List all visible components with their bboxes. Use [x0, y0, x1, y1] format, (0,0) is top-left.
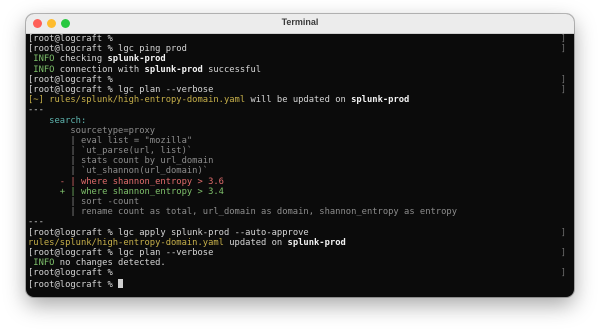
- log-text: checking: [54, 54, 108, 65]
- command: lgc plan --verbose: [118, 84, 214, 95]
- terminal-line: [root@logcraft % ]: [28, 34, 566, 44]
- terminal-window: Terminal [root@logcraft % ] [root@logcra…: [26, 14, 574, 297]
- prompt: root@logcraft %: [33, 268, 119, 279]
- terminal-line: sourcetype=proxy: [28, 126, 566, 136]
- log-text: will be updated on: [245, 95, 352, 106]
- terminal-line: [root@logcraft % lgc ping prod]: [28, 44, 566, 55]
- change-marker: [~]: [28, 95, 44, 106]
- diff-removed-line: - | where shannon_entropy > 3.6: [28, 176, 224, 187]
- terminal-line: + | where shannon_entropy > 3.4: [28, 187, 566, 197]
- terminal-line: [root@logcraft % lgc apply splunk-prod -…: [28, 227, 566, 238]
- query-line: | stats count by url_domain: [28, 156, 214, 167]
- terminal-line: [~] rules/splunk/high-entropy-domain.yam…: [28, 95, 566, 105]
- terminal-line: search:: [28, 116, 566, 126]
- terminal-line: - | where shannon_entropy > 3.6: [28, 177, 566, 187]
- terminal-output[interactable]: [root@logcraft % ] [root@logcraft % lgc …: [26, 34, 574, 297]
- target-name: splunk-prod: [351, 95, 410, 106]
- log-text: no changes detected.: [54, 258, 166, 269]
- query-line: sourcetype=proxy: [28, 125, 156, 136]
- log-text: updated on: [223, 237, 288, 248]
- command: lgc ping prod: [118, 44, 187, 55]
- target-name: splunk-prod: [107, 54, 166, 65]
- target-name: splunk-prod: [287, 237, 346, 248]
- query-line: | `ut_shannon(url_domain)`: [28, 166, 209, 177]
- query-line: | sort -count: [28, 197, 140, 207]
- command: lgc apply splunk-prod --auto-approve: [118, 227, 309, 238]
- separator: ---: [28, 217, 44, 228]
- window-title: Terminal: [281, 17, 319, 27]
- prompt: root@logcraft %: [33, 227, 119, 238]
- terminal-line: | eval list = "mozilla": [28, 136, 566, 146]
- terminal-line: | stats count by url_domain: [28, 156, 566, 166]
- terminal-line: [root@logcraft % lgc plan --verbose]: [28, 84, 566, 95]
- yaml-key: search:: [28, 115, 87, 126]
- separator: ---: [28, 105, 44, 116]
- diff-added-line: + | where shannon_entropy > 3.4: [28, 186, 224, 197]
- terminal-line: | rename count as total, url_domain as d…: [28, 207, 566, 217]
- terminal-line: | sort -count: [28, 197, 566, 207]
- terminal-line: [root@logcraft %: [28, 278, 566, 290]
- terminal-line: INFO checking splunk-prod: [28, 54, 566, 64]
- terminal-line: | `ut_parse(url, list)`: [28, 146, 566, 156]
- target-name: splunk-prod: [144, 64, 203, 75]
- title-bar[interactable]: Terminal: [26, 14, 574, 34]
- cursor: [118, 278, 124, 288]
- prompt: root@logcraft %: [33, 247, 119, 258]
- command: lgc plan --verbose: [118, 247, 214, 258]
- file-path: rules/splunk/high-entropy-domain.yaml: [49, 95, 246, 106]
- terminal-line: [root@logcraft % lgc plan --verbose]: [28, 247, 566, 258]
- query-line: | `ut_parse(url, list)`: [28, 146, 193, 157]
- terminal-line: ---: [28, 217, 566, 227]
- prompt: root@logcraft %: [33, 279, 119, 290]
- prompt: root@logcraft %: [33, 34, 119, 44]
- terminal-line: [root@logcraft % ]: [28, 74, 566, 85]
- prompt: root@logcraft %: [33, 44, 119, 55]
- prompt: root@logcraft %: [33, 74, 119, 85]
- query-line: | eval list = "mozilla": [28, 135, 193, 146]
- log-text: successful: [202, 64, 262, 75]
- file-path: rules/splunk/high-entropy-domain.yaml: [28, 237, 224, 248]
- terminal-line: INFO connection with splunk-prod success…: [28, 65, 566, 75]
- log-level: INFO: [33, 54, 55, 65]
- log-text: connection with: [54, 64, 145, 75]
- prompt: root@logcraft %: [33, 84, 119, 95]
- terminal-line: ---: [28, 105, 566, 115]
- terminal-line: | `ut_shannon(url_domain)`: [28, 166, 566, 176]
- terminal-line: [root@logcraft % ]: [28, 268, 566, 279]
- terminal-line: INFO no changes detected.: [28, 258, 566, 268]
- terminal-line: rules/splunk/high-entropy-domain.yaml up…: [28, 238, 566, 248]
- log-level: INFO: [33, 258, 55, 269]
- log-level: INFO: [33, 64, 55, 75]
- query-line: | rename count as total, url_domain as d…: [28, 207, 457, 218]
